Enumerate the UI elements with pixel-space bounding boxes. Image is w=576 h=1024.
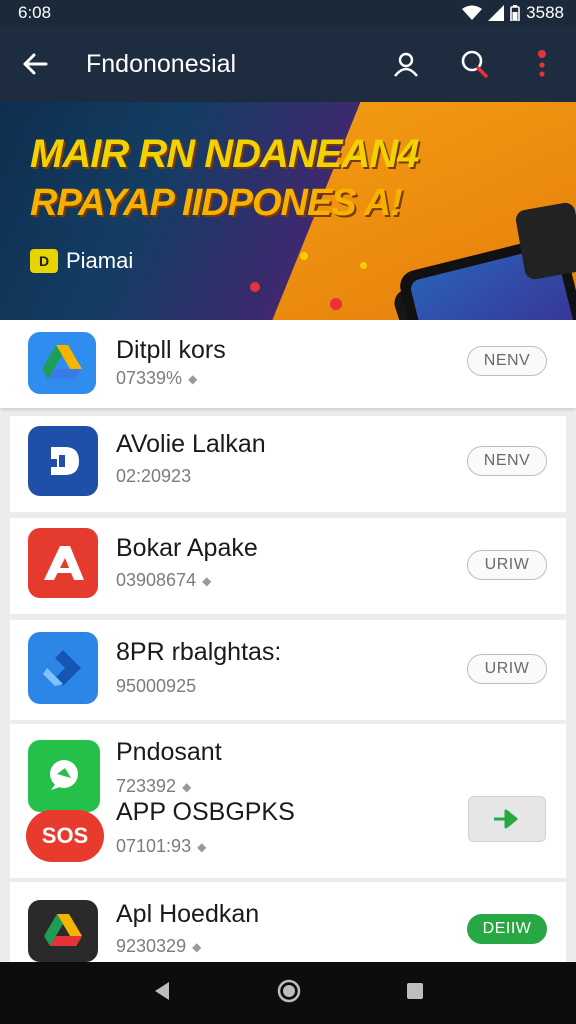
app-name: Apl Hoedkan <box>116 900 260 928</box>
status-time: 6:08 <box>18 3 52 22</box>
person-icon <box>394 52 418 77</box>
back-button[interactable] <box>0 26 70 102</box>
app-action-button[interactable]: DEIIW <box>467 914 547 944</box>
blue-d-icon <box>28 426 98 496</box>
search-button[interactable] <box>440 26 508 102</box>
brand-logo: D <box>30 249 58 273</box>
google-drive-icon <box>28 332 96 394</box>
triangle-back-icon <box>155 981 170 1000</box>
list-item[interactable]: Ditpll kors 07339% ◆ NENV <box>0 320 576 408</box>
svg-text:SOS: SOS <box>42 823 88 848</box>
download-icon: ◆ <box>197 839 207 854</box>
app-name: 8PR rbalghtas: <box>116 638 282 666</box>
banner-headline: MAIR RN NDANEAN4 <box>30 132 419 176</box>
app-action-button[interactable]: NENV <box>467 346 547 376</box>
app-meta: 03908674 ◆ <box>116 570 212 590</box>
system-nav-bar <box>0 962 576 1024</box>
app-action-button[interactable]: URIW <box>467 550 547 580</box>
confetti-dot <box>250 282 260 292</box>
more-vert-icon <box>538 50 546 77</box>
account-button[interactable] <box>372 26 440 102</box>
home-nav-button[interactable] <box>276 978 302 1009</box>
app-meta: 07101:93 ◆ <box>116 836 207 856</box>
confetti-dot <box>360 262 367 269</box>
banner-brand: D Piamai <box>30 248 133 274</box>
search-icon <box>461 50 488 78</box>
app-name: AVolie Lalkan <box>116 430 266 458</box>
app-meta: 95000925 <box>116 676 197 696</box>
app-name: Ditpll kors <box>116 336 226 364</box>
red-sos-icon: SOS <box>26 810 104 862</box>
status-bar: 6:08 3588 <box>0 0 576 26</box>
battery-level: 3588 <box>526 3 564 22</box>
app-name: Bokar Apake <box>116 534 258 562</box>
arrow-left-icon <box>23 53 48 75</box>
brand-name: Piamai <box>66 248 134 273</box>
red-a-icon <box>28 528 98 598</box>
back-nav-button[interactable] <box>151 980 173 1007</box>
list-item[interactable]: AVolie Lalkan 02:20923 NENV <box>10 416 566 512</box>
list-item[interactable]: Apl Hoedkan 9230329 ◆ DEIIW <box>10 882 566 962</box>
square-recents-icon <box>406 982 423 999</box>
app-name: Pndosant <box>116 738 222 766</box>
download-icon: ◆ <box>202 573 212 588</box>
list-item[interactable]: SOS Pndosant 723392 ◆ APP OSBGPKS 07101:9… <box>10 724 566 878</box>
banner-subheadline: RPAYAP IIDPONES A! <box>30 182 403 224</box>
promo-banner[interactable]: MAIR RN NDANEAN4 RPAYAP IIDPONES A! D Pi… <box>0 102 576 320</box>
phone-image <box>514 201 576 281</box>
download-icon: ◆ <box>192 939 202 954</box>
green-chat-icon <box>28 740 100 812</box>
list-item[interactable]: 8PR rbalghtas: 95000925 URIW <box>10 620 566 720</box>
app-action-button[interactable]: NENV <box>467 446 547 476</box>
app-bar: Fndononesial <box>0 26 576 102</box>
app-meta: 9230329 ◆ <box>116 936 202 956</box>
app-meta: 723392 ◆ <box>116 776 192 796</box>
arrow-right-icon <box>494 809 518 829</box>
download-icon: ◆ <box>188 371 198 386</box>
app-meta: 07339% ◆ <box>116 368 198 388</box>
circle-home-icon <box>277 979 301 1002</box>
wifi-icon <box>462 5 483 21</box>
app-action-button[interactable]: URIW <box>467 654 547 684</box>
download-icon: ◆ <box>182 779 192 794</box>
open-button[interactable] <box>468 796 546 842</box>
overflow-menu-button[interactable] <box>508 26 576 102</box>
battery-icon <box>510 5 520 21</box>
list-item[interactable]: Bokar Apake 03908674 ◆ URIW <box>10 518 566 614</box>
recents-nav-button[interactable] <box>405 981 425 1006</box>
confetti-dot <box>330 298 342 310</box>
page-title: Fndononesial <box>86 49 237 78</box>
signal-icon <box>488 5 505 21</box>
status-icons: 3588 <box>462 3 564 23</box>
dark-drive-icon <box>28 900 98 962</box>
app-meta: 02:20923 <box>116 466 192 486</box>
confetti-dot <box>300 252 308 260</box>
blue-arrow-icon <box>28 632 98 704</box>
app-name: APP OSBGPKS <box>116 798 295 826</box>
